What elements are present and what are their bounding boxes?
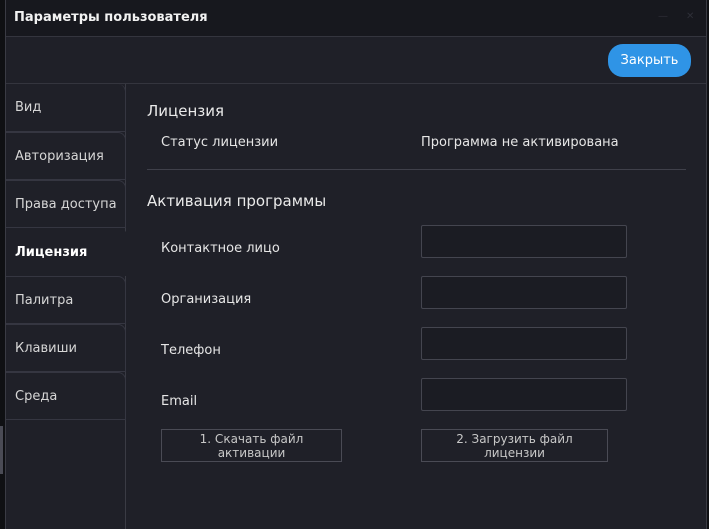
sidebar-item-label: Лицензия	[15, 244, 88, 260]
settings-window: Параметры пользователя — ✕ Закрыть Вид А…	[5, 0, 707, 529]
upload-license-file-button[interactable]: 2. Загрузить файл лицензии	[421, 429, 608, 462]
title-bar: Параметры пользователя — ✕	[6, 0, 706, 37]
background-edge	[0, 426, 3, 474]
sidebar-item-keys[interactable]: Клавиши	[6, 324, 126, 372]
email-label: Email	[161, 394, 198, 409]
sidebar-item-access-rights[interactable]: Права доступа	[6, 180, 126, 228]
activation-section-title: Активация программы	[147, 192, 327, 210]
section-divider	[147, 169, 686, 170]
organization-field[interactable]	[421, 276, 627, 309]
sidebar-item-label: Права доступа	[15, 196, 117, 212]
sidebar-item-palette[interactable]: Палитра	[6, 276, 126, 324]
sidebar-item-label: Палитра	[15, 292, 74, 308]
phone-field[interactable]	[421, 327, 627, 360]
license-status-label: Статус лицензии	[161, 135, 279, 150]
sidebar-item-label: Вид	[15, 100, 42, 115]
sidebar-item-authorization[interactable]: Авторизация	[6, 132, 126, 180]
close-button[interactable]: Закрыть	[608, 44, 691, 77]
sidebar-item-view[interactable]: Вид	[6, 84, 126, 132]
sidebar-item-label: Авторизация	[15, 148, 104, 164]
license-panel: Лицензия Статус лицензии Программа не ак…	[127, 84, 707, 529]
phone-label: Телефон	[161, 343, 221, 358]
sidebar-item-environment[interactable]: Среда	[6, 372, 126, 420]
organization-label: Организация	[161, 292, 252, 307]
contact-person-field[interactable]	[421, 225, 627, 258]
close-window-icon[interactable]: ✕	[686, 12, 696, 22]
top-toolbar: Закрыть	[6, 37, 706, 84]
contact-person-label: Контактное лицо	[161, 241, 280, 256]
sidebar-item-license[interactable]: Лицензия	[6, 228, 127, 276]
license-status-value: Программа не активирована	[421, 135, 619, 150]
download-activation-file-button[interactable]: 1. Скачать файл активации	[161, 429, 342, 462]
settings-sidebar: Вид Авторизация Права доступа Лицензия П…	[6, 84, 127, 529]
sidebar-item-label: Клавиши	[15, 340, 77, 356]
email-field[interactable]	[421, 378, 627, 411]
window-controls: — ✕	[658, 12, 696, 22]
sidebar-item-label: Среда	[15, 388, 58, 404]
minimize-icon[interactable]: —	[658, 12, 668, 22]
window-title: Параметры пользователя	[14, 10, 208, 25]
license-section-title: Лицензия	[147, 102, 225, 120]
